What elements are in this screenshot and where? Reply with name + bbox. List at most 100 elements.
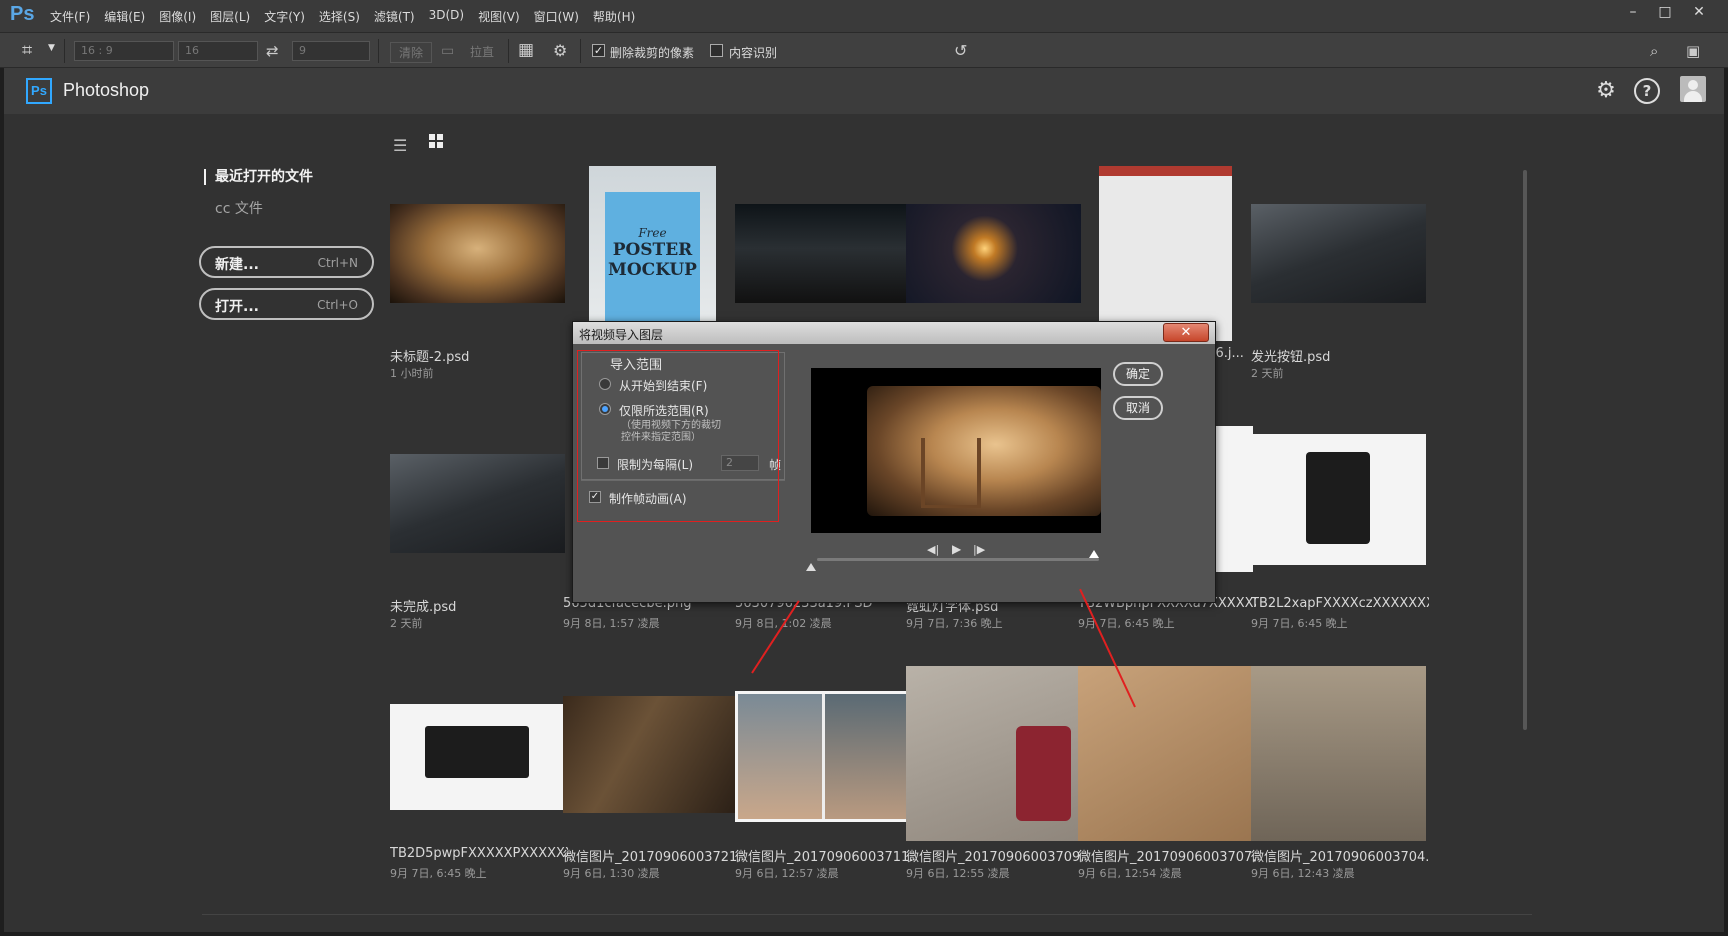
- ps-logo: Ps: [10, 3, 35, 25]
- delete-cropped-checkbox[interactable]: ✓: [592, 44, 605, 57]
- file-time: 9月 6日, 12:43 凌晨: [1251, 867, 1355, 880]
- tool-options-bar: ⌗ ▼ 16 : 9 16 ⇄ 9 清除 ▭ 拉直 ▦ ⚙ ✓ 删除裁剪的像素 …: [0, 32, 1728, 68]
- grid-view-icon[interactable]: [429, 134, 445, 150]
- file-time: 9月 7日, 6:45 晚上: [1251, 617, 1348, 630]
- help-icon[interactable]: ?: [1634, 78, 1660, 104]
- workspace-header: Ps Photoshop ⚙ ?: [4, 68, 1724, 114]
- file-tile[interactable]: TB2L2xapFXXXXczXXXXXXXX... 9月 7日, 6:45 晚…: [1251, 416, 1429, 646]
- file-name: 微信图片_20170906003709...: [906, 850, 1084, 865]
- step-back-icon[interactable]: ◀|: [927, 543, 939, 556]
- menu-window[interactable]: 窗口(W): [534, 8, 579, 25]
- file-time: 9月 6日, 12:57 凌晨: [735, 867, 839, 880]
- settings-icon[interactable]: ⚙: [1593, 78, 1619, 104]
- menu-3d[interactable]: 3D(D): [429, 8, 464, 25]
- file-time: 9月 7日, 7:36 晚上: [906, 617, 1003, 630]
- file-time: 9月 8日, 1:02 凌晨: [735, 617, 832, 630]
- play-icon[interactable]: ▶: [952, 542, 961, 556]
- list-view-icon[interactable]: ☰: [393, 136, 407, 155]
- file-tile[interactable]: 微信图片_20170906003704... 9月 6日, 12:43 凌晨: [1251, 666, 1429, 896]
- file-thumbnail: [906, 666, 1081, 841]
- vertical-scrollbar[interactable]: [1523, 170, 1527, 730]
- menu-help[interactable]: 帮助(H): [593, 8, 635, 25]
- swap-icon[interactable]: ⇄: [266, 42, 279, 60]
- grid-overlay-icon[interactable]: ▦: [518, 40, 534, 60]
- menu-filter[interactable]: 滤镜(T): [374, 8, 415, 25]
- poster-mockup: Free POSTER MOCKUP: [605, 192, 700, 341]
- clear-button[interactable]: 清除: [390, 42, 433, 63]
- divider: [378, 39, 379, 63]
- avatar[interactable]: [1680, 76, 1706, 102]
- settings-gear-icon[interactable]: ⚙: [553, 41, 567, 60]
- trim-track[interactable]: [817, 558, 1099, 561]
- file-time: 1 小时前: [390, 367, 434, 380]
- file-thumbnail: [390, 204, 565, 303]
- open-file-button[interactable]: 打开... Ctrl+O: [199, 288, 374, 320]
- open-file-label: 打开...: [215, 299, 259, 315]
- reset-icon[interactable]: ↺: [954, 41, 967, 60]
- file-name: 微信图片_20170906003707...: [1078, 850, 1256, 865]
- width-input[interactable]: 16: [178, 41, 258, 61]
- menu-file[interactable]: 文件(F): [50, 8, 90, 25]
- level-icon[interactable]: ▭: [441, 43, 454, 59]
- file-time: 9月 6日, 12:55 凌晨: [906, 867, 1010, 880]
- straighten-label[interactable]: 拉直: [470, 43, 494, 60]
- dialog-title-bar[interactable]: 将视频导入图层 ✕: [573, 322, 1215, 344]
- menu-items: 文件(F) 编辑(E) 图像(I) 图层(L) 文字(Y) 选择(S) 滤镜(T…: [50, 8, 635, 25]
- ok-button[interactable]: 确定: [1113, 362, 1163, 386]
- poster-line-3: MOCKUP: [608, 260, 697, 280]
- menu-image[interactable]: 图像(I): [159, 8, 196, 25]
- trim-end-handle[interactable]: [1089, 550, 1099, 558]
- crop-tool-icon[interactable]: ⌗: [22, 40, 32, 61]
- menu-view[interactable]: 视图(V): [478, 8, 520, 25]
- menu-edit[interactable]: 编辑(E): [104, 8, 145, 25]
- sidebar-cc-files[interactable]: cc 文件: [215, 198, 263, 218]
- import-video-dialog: 将视频导入图层 ✕ 导入范围 从开始到结束(F) 仅限所选范围(R) （使用视频…: [572, 321, 1216, 603]
- menu-select[interactable]: 选择(S): [319, 8, 360, 25]
- file-time: 9月 8日, 1:57 凌晨: [563, 617, 660, 630]
- new-file-button[interactable]: 新建... Ctrl+N: [199, 246, 374, 278]
- content-aware-checkbox[interactable]: [710, 44, 723, 57]
- tool-preset-chevron-icon[interactable]: ▼: [48, 43, 55, 53]
- new-file-shortcut: Ctrl+N: [317, 256, 358, 270]
- divider: [508, 39, 509, 63]
- cancel-button[interactable]: 取消: [1113, 396, 1163, 420]
- close-window-button[interactable]: ✕: [1684, 0, 1714, 24]
- file-tile[interactable]: 微信图片_20170906003709... 9月 6日, 12:55 凌晨: [906, 666, 1084, 896]
- file-time: 9月 7日, 6:45 晚上: [1078, 617, 1175, 630]
- trim-start-handle[interactable]: [806, 563, 816, 571]
- file-tile[interactable]: 未标题-2.psd 1 小时前: [390, 166, 565, 396]
- file-tile[interactable]: 微信图片_20170906003711.jpg 9月 6日, 12:57 凌晨: [735, 666, 913, 896]
- minimize-button[interactable]: –: [1618, 0, 1648, 24]
- ratio-select[interactable]: 16 : 9: [74, 41, 174, 61]
- file-time: 9月 6日, 1:30 凌晨: [563, 867, 660, 880]
- file-thumbnail: [735, 691, 910, 822]
- sidebar-recent-files[interactable]: 最近打开的文件: [204, 169, 313, 185]
- open-file-shortcut: Ctrl+O: [317, 298, 358, 312]
- file-thumbnail: [1251, 666, 1426, 841]
- file-tile[interactable]: 微信图片_20170906003721.j... 9月 6日, 1:30 凌晨: [563, 666, 741, 896]
- file-name: TB2L2xapFXXXXczXXXXXXXX...: [1251, 596, 1429, 611]
- file-thumbnail: Free POSTER MOCKUP: [589, 166, 716, 341]
- file-name: 微信图片_20170906003711.jpg: [735, 850, 913, 865]
- divider: [64, 39, 65, 63]
- file-time: 9月 7日, 6:45 晚上: [390, 867, 487, 880]
- file-name: 发光按钮.psd: [1251, 350, 1331, 365]
- dialog-close-button[interactable]: ✕: [1163, 323, 1209, 342]
- file-tile[interactable]: 发光按钮.psd 2 天前: [1251, 166, 1426, 396]
- menu-type[interactable]: 文字(Y): [264, 8, 305, 25]
- file-tile[interactable]: 微信图片_20170906003707... 9月 6日, 12:54 凌晨: [1078, 666, 1256, 896]
- workspace-icon[interactable]: ▣: [1686, 42, 1700, 60]
- height-input[interactable]: 9: [292, 41, 370, 61]
- file-thumbnail: [1251, 434, 1426, 565]
- file-tile[interactable]: TB2D5pwpFXXXXXPXXXXXX... 9月 7日, 6:45 晚上: [390, 666, 568, 896]
- new-file-label: 新建...: [215, 257, 259, 273]
- maximize-button[interactable]: □: [1650, 0, 1680, 24]
- file-thumbnail: [563, 696, 738, 813]
- file-thumbnail: [390, 704, 565, 810]
- search-icon[interactable]: ⌕: [1650, 42, 1658, 60]
- step-forward-icon[interactable]: |▶: [973, 543, 985, 556]
- poster-line-2: POSTER: [612, 240, 693, 260]
- menu-layer[interactable]: 图层(L): [210, 8, 250, 25]
- file-thumbnail: [1078, 666, 1253, 841]
- file-tile[interactable]: 未完成.psd 2 天前: [390, 416, 565, 646]
